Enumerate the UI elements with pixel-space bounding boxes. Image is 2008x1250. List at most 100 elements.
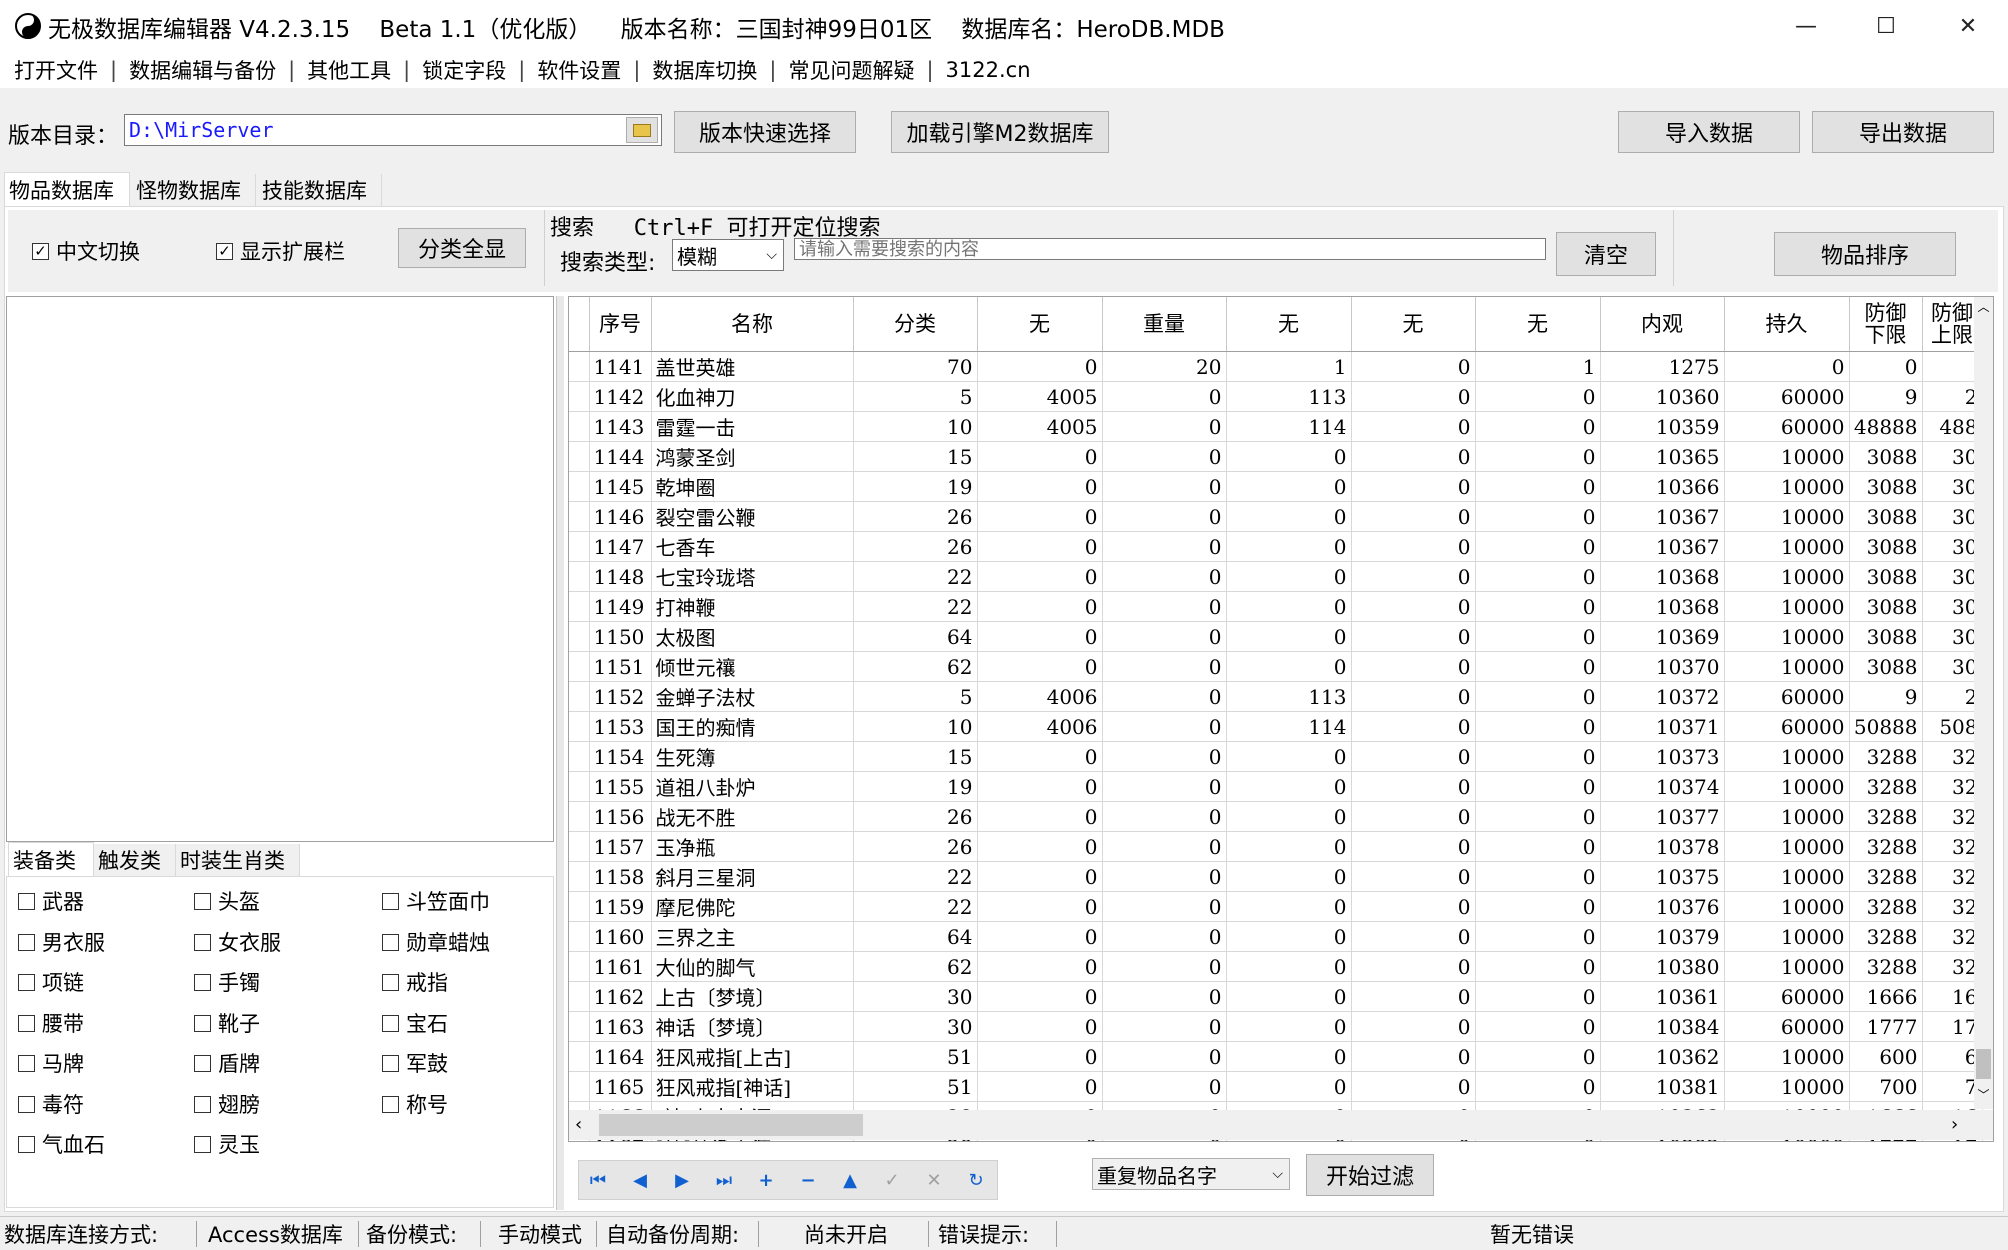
table-cell[interactable]: 0	[1351, 561, 1476, 592]
table-cell[interactable]: 0	[1102, 831, 1227, 862]
table-cell[interactable]: 国王的痴情	[651, 711, 854, 742]
table-cell[interactable]: 62	[853, 651, 978, 682]
table-cell[interactable]: 0	[1102, 1071, 1227, 1102]
table-cell[interactable]: 0	[1351, 381, 1476, 412]
table-cell[interactable]: 1666	[1849, 981, 1923, 1012]
table-cell[interactable]: 114	[1226, 711, 1352, 742]
scroll-down-icon[interactable]: ﹀	[1974, 1085, 1993, 1105]
table-cell[interactable]: 0	[1351, 801, 1476, 832]
table-cell[interactable]: 19	[853, 771, 978, 802]
table-cell[interactable]: 1145	[589, 471, 652, 502]
table-cell[interactable]: 10000	[1724, 801, 1850, 832]
category-checkbox[interactable]: 军鼓	[382, 1048, 448, 1078]
category-checkbox[interactable]: 武器	[18, 886, 84, 916]
table-cell[interactable]: 0	[977, 1071, 1103, 1102]
table-cell[interactable]: 4006	[977, 681, 1103, 712]
column-header[interactable]: 无	[977, 297, 1103, 352]
table-cell[interactable]: 1156	[589, 801, 652, 832]
tab-item-db[interactable]: 物品数据库	[4, 172, 130, 206]
table-cell[interactable]: 0	[1351, 351, 1476, 382]
folder-browse-button[interactable]	[626, 117, 658, 143]
table-cell[interactable]: 摩尼佛陀	[651, 891, 854, 922]
insert-record-icon[interactable]: +	[750, 1164, 782, 1196]
table-cell[interactable]: 0	[1475, 651, 1601, 682]
column-header[interactable]: 无	[1226, 297, 1352, 352]
table-cell[interactable]: 700	[1849, 1071, 1923, 1102]
table-cell[interactable]: 0	[1351, 621, 1476, 652]
table-row[interactable]: 1158 斜月三星洞 22 0 0 0 0 0 10375 10000 3288 32	[569, 861, 1983, 892]
column-header[interactable]: 序号	[589, 297, 652, 352]
table-cell[interactable]: 道祖八卦炉	[651, 771, 854, 802]
table-cell[interactable]: 1143	[589, 411, 652, 442]
table-cell[interactable]: 三界之主	[651, 921, 854, 952]
filter-mode-select[interactable]: 重复物品名字 ⌵	[1092, 1158, 1290, 1190]
table-row[interactable]: 1153 国王的痴情 10 4006 0 114 0 0 10371 60000 50888 508	[569, 711, 1983, 742]
table-cell[interactable]: 0	[977, 471, 1103, 502]
table-row[interactable]: 1154 生死簿 15 0 0 0 0 0 10373 10000 3288 32	[569, 741, 1983, 772]
table-cell[interactable]: 0	[1102, 441, 1227, 472]
table-cell[interactable]: 0	[1475, 1071, 1601, 1102]
scroll-right-icon[interactable]: ›	[1951, 1114, 1958, 1135]
table-cell[interactable]: 倾世元禳	[651, 651, 854, 682]
table-cell[interactable]: 114	[1226, 411, 1352, 442]
table-cell[interactable]: 0	[1351, 501, 1476, 532]
table-cell[interactable]: 0	[1724, 351, 1850, 382]
table-cell[interactable]: 10000	[1724, 921, 1850, 952]
table-cell[interactable]: 0	[1475, 921, 1601, 952]
category-checkbox[interactable]: 翅膀	[194, 1089, 260, 1119]
table-row[interactable]: 1151 倾世元禳 62 0 0 0 0 0 10370 10000 3088 30	[569, 651, 1983, 682]
table-cell[interactable]: 0	[1226, 531, 1352, 562]
table-cell[interactable]: 0	[1351, 1071, 1476, 1102]
table-cell[interactable]: 60000	[1724, 411, 1850, 442]
table-cell[interactable]: 22	[853, 891, 978, 922]
table-cell[interactable]: 1163	[589, 1011, 652, 1042]
version-dir-input[interactable]: D:\MirServer	[124, 114, 662, 146]
table-cell[interactable]: 10000	[1724, 951, 1850, 982]
scroll-thumb[interactable]	[1976, 1049, 1991, 1079]
horizontal-scrollbar[interactable]: ‹ ›	[569, 1110, 1993, 1140]
table-cell[interactable]: 0	[1102, 711, 1227, 742]
category-checkbox[interactable]: 宝石	[382, 1008, 448, 1038]
post-record-icon[interactable]: ✓	[876, 1164, 908, 1196]
table-cell[interactable]: 0	[1102, 981, 1227, 1012]
table-row[interactable]: 1156 战无不胜 26 0 0 0 0 0 10377 10000 3288 32	[569, 801, 1983, 832]
table-cell[interactable]: 0	[1226, 441, 1352, 472]
table-cell[interactable]: 32	[1922, 801, 1983, 832]
category-checkbox[interactable]: 手镯	[194, 967, 260, 997]
table-cell[interactable]: 0	[1849, 351, 1923, 382]
refresh-icon[interactable]: ↻	[960, 1164, 992, 1196]
table-cell[interactable]: 1162	[589, 981, 652, 1012]
table-cell[interactable]: 10000	[1724, 1071, 1850, 1102]
category-checkbox[interactable]: 项链	[18, 967, 84, 997]
maximize-button[interactable]: ☐	[1846, 0, 1926, 52]
table-cell[interactable]: 10000	[1724, 561, 1850, 592]
table-cell[interactable]: 10380	[1600, 951, 1725, 982]
table-row[interactable]: 1148 七宝玲珑塔 22 0 0 0 0 0 10368 10000 3088 30	[569, 561, 1983, 592]
category-checkbox[interactable]: 马牌	[18, 1048, 84, 1078]
table-cell[interactable]: 26	[853, 531, 978, 562]
table-cell[interactable]: 0	[1351, 471, 1476, 502]
table-row[interactable]: 1164 狂风戒指[上古] 51 0 0 0 0 0 10362 10000 600 6	[569, 1041, 1983, 1072]
last-record-icon[interactable]: ⏭	[708, 1164, 740, 1196]
table-cell[interactable]: 10000	[1724, 891, 1850, 922]
table-cell[interactable]: 10374	[1600, 771, 1725, 802]
table-cell[interactable]: 10377	[1600, 801, 1725, 832]
table-cell[interactable]: 10372	[1600, 681, 1725, 712]
table-cell[interactable]: 32	[1922, 891, 1983, 922]
table-cell[interactable]: 1165	[589, 1071, 652, 1102]
table-cell[interactable]: 盖世英雄	[651, 351, 854, 382]
clear-button[interactable]: 清空	[1556, 232, 1656, 276]
table-cell[interactable]: 0	[1102, 861, 1227, 892]
category-checkbox[interactable]: 戒指	[382, 967, 448, 997]
table-cell[interactable]: 10	[853, 411, 978, 442]
table-cell[interactable]: 0	[977, 351, 1103, 382]
table-cell[interactable]: 0	[1102, 651, 1227, 682]
table-cell[interactable]: 32	[1922, 951, 1983, 982]
scroll-left-icon[interactable]: ‹	[575, 1114, 582, 1135]
table-cell[interactable]: 1152	[589, 681, 652, 712]
menu-data-edit-backup[interactable]: 数据编辑与备份	[123, 55, 282, 85]
table-cell[interactable]: 3288	[1849, 831, 1923, 862]
search-type-select[interactable]: 模糊 ⌵	[672, 239, 784, 271]
table-cell[interactable]: 0	[977, 891, 1103, 922]
table-cell[interactable]: 1146	[589, 501, 652, 532]
